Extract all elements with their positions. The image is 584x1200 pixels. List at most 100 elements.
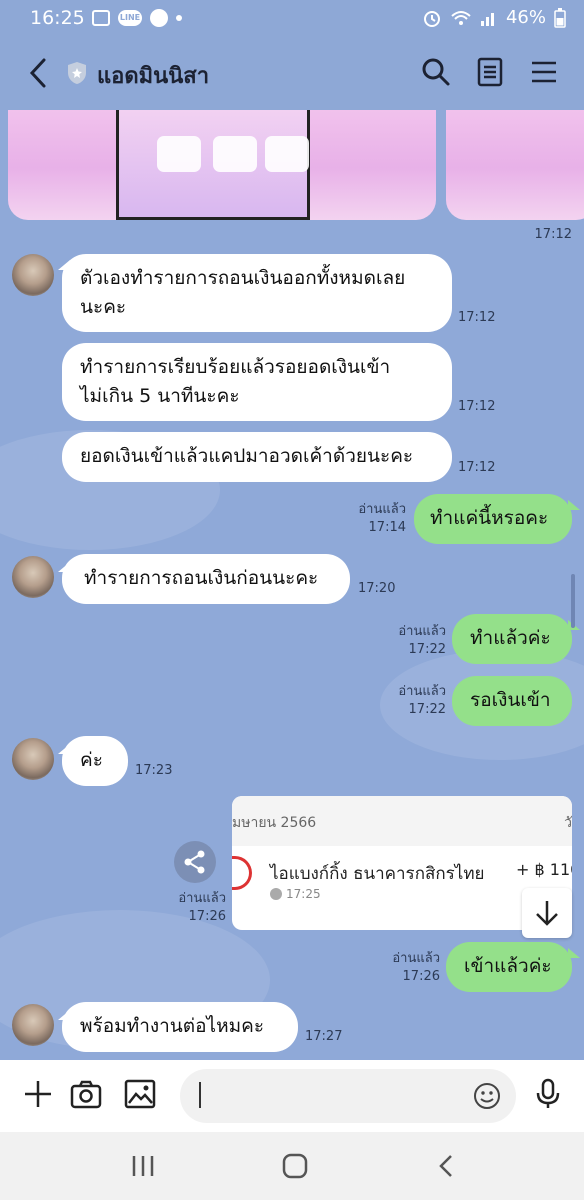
search-icon[interactable] [420, 56, 452, 88]
line-notification-icon: LINE [118, 10, 142, 26]
message-time: 17:26 [188, 909, 226, 924]
read-receipt: อ่านแล้ว [178, 891, 226, 906]
status-bar: 16:25 LINE 46% [0, 0, 584, 36]
spotify-notification-icon [150, 9, 168, 27]
message-text: พร้อมทำงานต่อไหมคะ [80, 1015, 265, 1037]
plus-icon[interactable] [22, 1078, 54, 1110]
message-meta: อ่านแล้ว 17:26 [380, 950, 440, 986]
message-text: ทำรายการถอนเงินก่อนนะคะ [84, 567, 319, 589]
card-date: มษายน 2566 [232, 815, 317, 831]
read-receipt: อ่านแล้ว [392, 951, 440, 966]
shared-transfer-card[interactable]: มษายน 2566 วั ไอแบงก์กิ้ง ธนาคารกสิกรไทย… [232, 796, 572, 930]
message-meta: อ่านแล้ว 17:14 [346, 501, 406, 537]
message-text: ทำแล้วค่ะ [470, 627, 551, 649]
bubble-tail [568, 500, 580, 510]
message-bubble[interactable]: พร้อมทำงานต่อไหมคะ [62, 1002, 298, 1052]
alarm-icon [423, 10, 440, 27]
transfer-time: 17:25 [286, 887, 321, 901]
text-caret [199, 1082, 201, 1108]
avatar[interactable] [12, 556, 54, 598]
shared-image[interactable] [446, 110, 584, 220]
notes-icon[interactable] [474, 56, 506, 88]
chat-title: แอดมินนิสา [97, 64, 210, 89]
card-header-right: วั [564, 815, 572, 831]
battery-icon [554, 7, 566, 28]
back-nav-icon[interactable] [432, 1152, 462, 1180]
message-input[interactable] [180, 1069, 516, 1123]
bank-name: ไอแบงก์กิ้ง ธนาคารกสิกรไทย [270, 864, 485, 884]
scrollbar-thumb[interactable] [571, 574, 575, 628]
message-bubble[interactable]: ทำรายการเรียบร้อยแล้วรอยอดเงินเข้า ไม่เก… [62, 343, 452, 421]
gallery-notification-icon [92, 10, 110, 26]
read-receipt: อ่านแล้ว [358, 502, 406, 517]
message-time: 17:23 [135, 763, 173, 778]
message-time: 17:12 [534, 227, 572, 242]
chat-area[interactable]: 17:12 ตัวเองทำรายการถอนเงินออกทั้งหมดเลย… [0, 110, 584, 1060]
message-time: 17:22 [408, 642, 446, 657]
message-input-bar [0, 1060, 584, 1132]
message-meta: อ่านแล้ว 17:22 [386, 623, 446, 659]
chat-header: แอดมินนิสา [0, 36, 584, 110]
preview-card [265, 136, 309, 172]
message-text: ทำแค่นี้หรอคะ [430, 507, 549, 529]
home-icon[interactable] [280, 1152, 310, 1180]
menu-icon[interactable] [528, 56, 560, 88]
system-icons: 46% [422, 7, 566, 28]
back-arrow-icon[interactable] [24, 56, 54, 90]
avatar[interactable] [12, 1004, 54, 1046]
message-time: 17:22 [408, 702, 446, 717]
message-bubble[interactable]: ค่ะ [62, 736, 128, 786]
share-button[interactable] [174, 841, 216, 883]
screenshot-preview [116, 110, 310, 220]
message-meta: อ่านแล้ว 17:22 [386, 683, 446, 719]
clock-icon [270, 888, 282, 900]
card-header: มษายน 2566 วั [232, 796, 572, 846]
message-text: ไม่เกิน 5 นาทีนะคะ [80, 385, 240, 407]
system-navigation-bar [0, 1132, 584, 1200]
share-icon [184, 850, 205, 874]
microphone-icon[interactable] [532, 1078, 564, 1110]
message-time: 17:12 [458, 310, 496, 325]
transfer-amount: + ฿ 110.0 [516, 860, 572, 879]
status-time: 16:25 [30, 7, 85, 29]
kbank-logo-icon [232, 856, 252, 890]
battery-percent: 46% [505, 7, 546, 28]
message-bubble[interactable]: ตัวเองทำรายการถอนเงินออกทั้งหมดเลย นะคะ [62, 254, 452, 332]
message-text: เข้าแล้วค่ะ [464, 955, 552, 977]
message-time: 17:14 [368, 520, 406, 535]
message-time: 17:20 [358, 581, 396, 596]
camera-icon[interactable] [70, 1078, 102, 1110]
emoji-icon[interactable] [472, 1081, 502, 1111]
message-bubble[interactable]: รอเงินเข้า [452, 676, 572, 726]
signal-icon [480, 12, 494, 26]
message-bubble[interactable]: ทำรายการถอนเงินก่อนนะคะ [62, 554, 350, 604]
message-text: รอเงินเข้า [470, 689, 551, 711]
message-text: ทำรายการเรียบร้อยแล้วรอยอดเงินเข้า [80, 356, 391, 378]
message-bubble[interactable]: ยอดเงินเข้าแล้วแคปมาอวดเค้าด้วยนะคะ [62, 432, 452, 482]
message-time: 17:12 [458, 399, 496, 414]
image-icon[interactable] [124, 1078, 156, 1110]
recent-apps-icon[interactable] [128, 1152, 158, 1180]
scroll-to-bottom-button[interactable] [522, 888, 572, 938]
message-bubble[interactable]: เข้าแล้วค่ะ [446, 942, 572, 992]
avatar[interactable] [12, 738, 54, 780]
message-text: ยอดเงินเข้าแล้วแคปมาอวดเค้าด้วยนะคะ [80, 445, 414, 467]
message-time: 17:26 [402, 969, 440, 984]
wifi-icon [451, 10, 471, 25]
message-time: 17:12 [458, 460, 496, 475]
read-receipt: อ่านแล้ว [398, 684, 446, 699]
avatar[interactable] [12, 254, 54, 296]
shared-image[interactable] [8, 110, 436, 220]
arrow-down-icon [536, 901, 558, 926]
message-text: ค่ะ [80, 749, 103, 771]
bubble-tail [568, 948, 580, 958]
message-text: นะคะ [80, 296, 127, 318]
notification-icons: LINE [92, 9, 182, 27]
shield-icon [68, 62, 86, 84]
message-time: 17:27 [305, 1029, 343, 1044]
message-bubble[interactable]: ทำแค่นี้หรอคะ [414, 494, 572, 544]
preview-card [157, 136, 201, 172]
message-bubble[interactable]: ทำแล้วค่ะ [452, 614, 572, 664]
message-meta: อ่านแล้ว 17:26 [164, 890, 226, 926]
preview-card [213, 136, 257, 172]
